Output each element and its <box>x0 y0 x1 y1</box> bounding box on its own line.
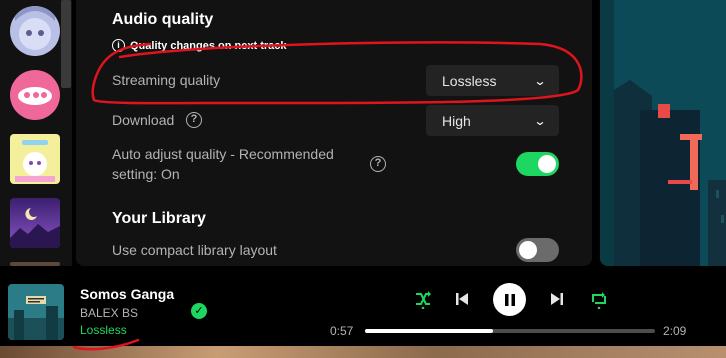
track-artist[interactable]: BALEX BS <box>80 306 138 320</box>
artist-avatar <box>10 6 60 56</box>
artwork-illustration <box>600 0 726 266</box>
album-cover-image <box>8 284 64 340</box>
previous-icon <box>456 293 468 305</box>
next-button[interactable] <box>546 288 568 310</box>
streaming-quality-value: Lossless <box>442 72 497 89</box>
library-item-playlist-1[interactable] <box>10 134 60 184</box>
download-quality-dropdown[interactable]: High ⌄ <box>426 105 559 136</box>
library-item-artist-1[interactable] <box>10 6 60 56</box>
sidebar-scrollbar[interactable] <box>61 0 71 88</box>
your-library-heading: Your Library <box>112 210 206 227</box>
download-label: Download <box>112 112 175 128</box>
playlist-cover <box>10 134 60 184</box>
compact-layout-toggle[interactable] <box>516 238 559 262</box>
settings-panel: Audio quality i Quality changes on next … <box>76 0 592 266</box>
repeat-button[interactable] <box>588 288 610 310</box>
artist-avatar <box>10 70 60 120</box>
track-title[interactable]: Somos Ganga <box>80 286 174 302</box>
toggle-knob <box>519 241 537 259</box>
auto-adjust-label-line1: Auto adjust quality - Recommended <box>112 146 334 162</box>
next-icon <box>551 293 563 305</box>
quality-note-text: Quality changes on next track <box>130 39 287 52</box>
previous-button[interactable] <box>451 288 473 310</box>
duration-time: 2:09 <box>663 324 687 338</box>
elapsed-time: 0:57 <box>330 324 354 338</box>
info-icon: i <box>112 39 125 52</box>
player-bar: Somos Ganga BALEX BS Lossless ✓ 0:57 2:0… <box>0 266 726 358</box>
pause-button[interactable] <box>493 283 526 316</box>
help-icon[interactable]: ? <box>186 112 202 128</box>
library-item-artist-2[interactable] <box>10 70 60 120</box>
toggle-knob <box>538 155 556 173</box>
desktop-background-strip <box>0 346 726 358</box>
now-playing-artwork-panel <box>600 0 726 266</box>
quality-note: i Quality changes on next track <box>112 39 287 52</box>
check-icon[interactable]: ✓ <box>191 303 207 319</box>
compact-layout-label: Use compact library layout <box>112 242 277 258</box>
pause-icon <box>504 293 515 306</box>
track-cover[interactable] <box>8 284 64 340</box>
track-quality-badge: Lossless <box>80 323 127 337</box>
download-quality-value: High <box>442 112 471 129</box>
auto-adjust-label-line2: setting: On <box>112 166 180 182</box>
progress-fill <box>365 329 493 333</box>
library-item-playlist-2[interactable] <box>10 198 60 248</box>
streaming-quality-label: Streaming quality <box>112 72 221 88</box>
library-sidebar <box>0 0 72 266</box>
smart-shuffle-button[interactable] <box>412 288 434 310</box>
chevron-down-icon: ⌄ <box>533 113 547 128</box>
playlist-cover <box>10 198 60 248</box>
auto-adjust-toggle[interactable] <box>516 152 559 176</box>
chevron-down-icon: ⌄ <box>533 73 547 88</box>
audio-quality-heading: Audio quality <box>112 11 214 28</box>
smart-shuffle-icon <box>416 291 431 309</box>
streaming-quality-dropdown[interactable]: Lossless ⌄ <box>426 65 559 96</box>
progress-bar[interactable] <box>365 329 655 333</box>
help-icon[interactable]: ? <box>370 156 386 172</box>
repeat-icon <box>592 292 606 309</box>
